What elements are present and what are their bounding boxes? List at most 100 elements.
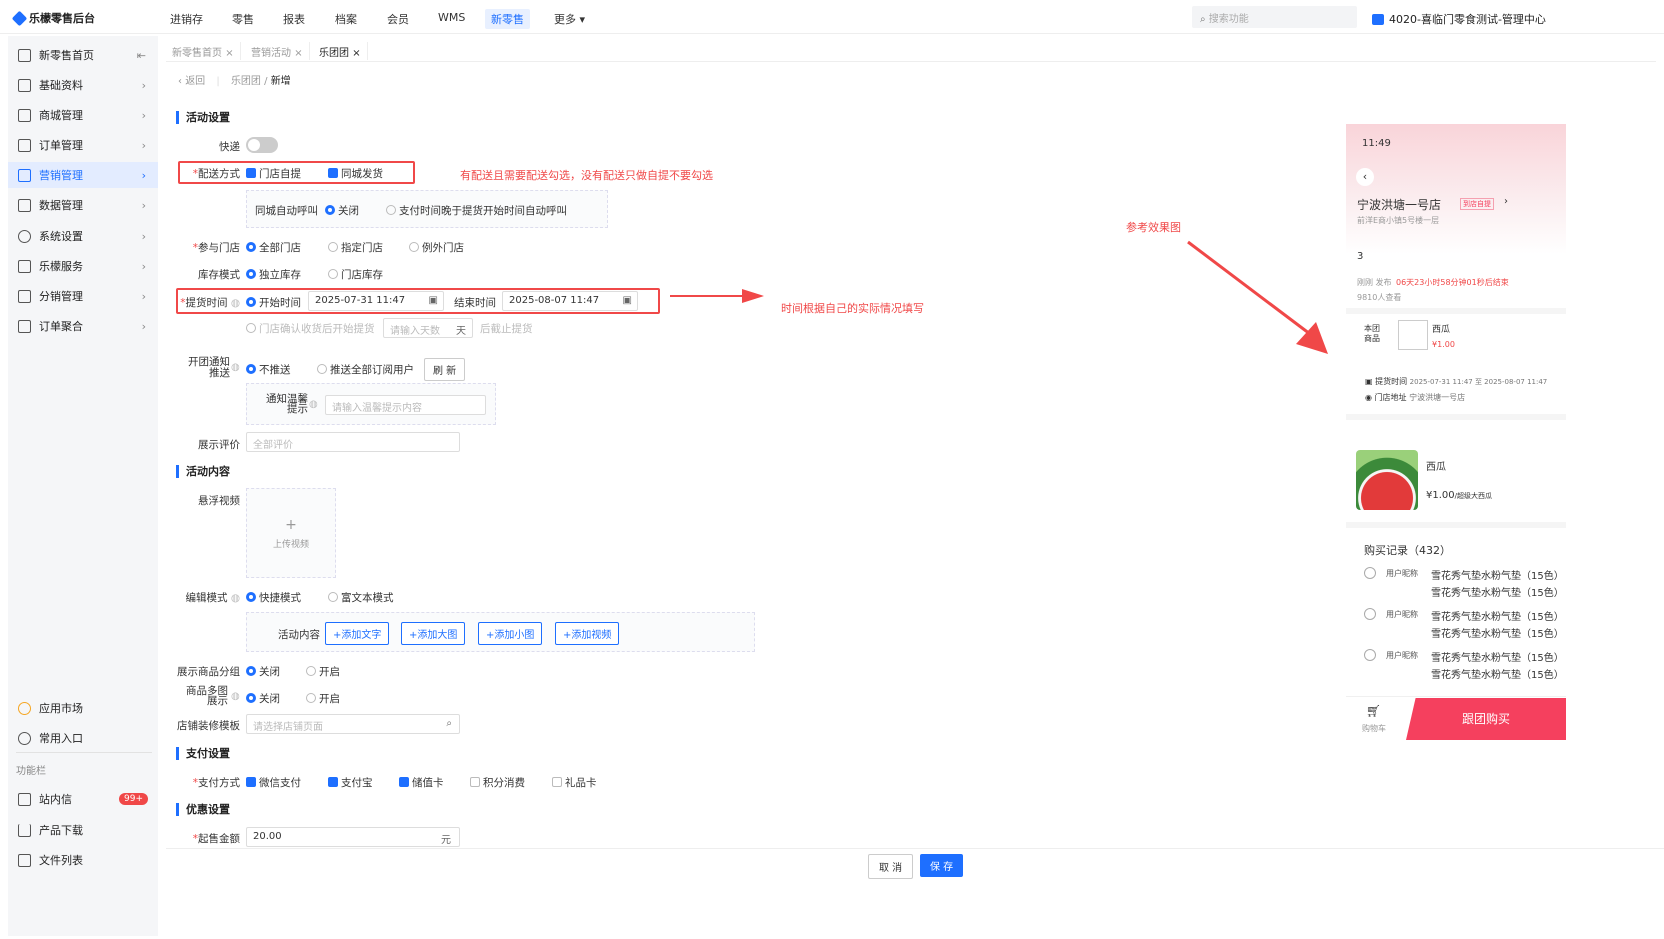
sidebar-item-distribution[interactable]: 分销管理 ›	[8, 283, 158, 309]
function-search-input[interactable]: ⌕ 搜索功能	[1192, 6, 1357, 28]
option-label: 支付时间晚于提货开始时间自动呼叫	[399, 205, 567, 217]
join-group-buy-button[interactable]: 跟团购买	[1406, 698, 1566, 740]
min-amount-label-text: 起售金额	[198, 833, 240, 845]
tab-new-retail-home[interactable]: 新零售首页 ×	[166, 42, 241, 60]
nav-item-new-retail[interactable]: 新零售	[485, 9, 530, 29]
pay-points-checkbox[interactable]: 积分消费	[470, 775, 525, 790]
close-icon[interactable]: ×	[294, 48, 302, 59]
nav-item-retail[interactable]: 零售	[232, 11, 254, 27]
option-label: 储值卡	[412, 777, 444, 789]
check-icon	[246, 168, 256, 178]
pickup-start-radio[interactable]: 开始时间	[246, 295, 301, 310]
edit-mode-quick-radio[interactable]: 快捷模式	[246, 590, 301, 605]
store-address-value: 宁波洪塘一号店	[1409, 393, 1466, 402]
help-icon: ◍	[309, 399, 318, 410]
delivery-pickup-checkbox[interactable]: 门店自提	[246, 166, 301, 181]
pay-stored-card-checkbox[interactable]: 储值卡	[399, 775, 444, 790]
sidebar-item-common-entry[interactable]: 常用入口	[8, 725, 158, 751]
pickup-start-input[interactable]: 2025-07-31 11:47 ▣	[308, 291, 444, 311]
pickup-end-input[interactable]: 2025-08-07 11:47 ▣	[502, 291, 638, 311]
sidebar-item-app-market[interactable]: 应用市场	[8, 695, 158, 721]
upload-video-box[interactable]: + 上传视频	[246, 488, 336, 578]
nav-item-reports[interactable]: 报表	[283, 11, 305, 27]
cart-icon[interactable]: 🛒︎	[1366, 704, 1381, 718]
pickup-days-input[interactable]: 请输入天数 天	[383, 318, 473, 338]
nav-item-archive[interactable]: 档案	[335, 11, 357, 27]
org-switcher[interactable]: 4020-喜临门零食测试-管理中心	[1372, 11, 1546, 27]
multi-image-on-radio[interactable]: 开启	[306, 691, 340, 706]
auto-call-on-radio[interactable]: 支付时间晚于提货开始时间自动呼叫	[386, 203, 567, 218]
tip-input[interactable]: 请输入温馨提示内容	[325, 395, 486, 415]
sidebar-item-download[interactable]: 产品下载	[8, 817, 158, 843]
review-select[interactable]: 全部评价	[246, 432, 460, 452]
chevron-right-icon: ›	[141, 138, 146, 152]
record-text: 雪花秀气垫水粉气垫（15色）	[1431, 653, 1564, 664]
item-sub: /超级大西瓜	[1454, 492, 1492, 500]
record-item: 用户昵称 雪花秀气垫水粉气垫（15色） 雪花秀气垫水粉气垫（15色）	[1364, 567, 1564, 599]
stock-independent-radio[interactable]: 独立库存	[246, 267, 301, 282]
group-off-radio[interactable]: 关闭	[246, 664, 280, 679]
sidebar-item-basic-data[interactable]: 基础资料 ›	[8, 72, 158, 98]
record-text: 雪花秀气垫水粉气垫（15色）	[1431, 670, 1564, 681]
collapse-icon[interactable]: ⇤	[137, 49, 146, 62]
express-toggle[interactable]	[246, 137, 278, 153]
stock-store-radio[interactable]: 门店库存	[328, 267, 383, 282]
add-text-button[interactable]: +添加文字	[325, 622, 390, 645]
save-button[interactable]: 保 存	[920, 854, 964, 877]
sidebar-item-data[interactable]: 数据管理 ›	[8, 192, 158, 218]
sidebar-item-home[interactable]: 新零售首页 ⇤	[8, 42, 158, 68]
back-link[interactable]: ‹ 返回	[178, 76, 205, 87]
option-label: 关闭	[259, 666, 280, 678]
org-name: 4020-喜临门零食测试-管理中心	[1389, 13, 1546, 26]
sidebar-item-order-aggregation[interactable]: 订单聚合 ›	[8, 313, 158, 339]
confirm-receipt-radio[interactable]: 门店确认收货后开始提货	[246, 321, 375, 336]
cancel-button[interactable]: 取 消	[868, 854, 914, 879]
sidebar-item-files[interactable]: 文件列表	[8, 847, 158, 873]
breadcrumb-parent[interactable]: 乐团团	[231, 76, 261, 87]
stores-exception-radio[interactable]: 例外门店	[409, 240, 464, 255]
cart-label: 购物车	[1362, 724, 1386, 733]
app-logo[interactable]: 乐檬零售后台	[11, 10, 95, 26]
divider: |	[216, 76, 220, 87]
close-icon[interactable]: ×	[225, 48, 233, 59]
delivery-city-checkbox[interactable]: 同城发货	[328, 166, 383, 181]
nav-item-wms[interactable]: WMS	[438, 11, 465, 24]
sidebar-item-service[interactable]: 乐檬服务 ›	[8, 253, 158, 279]
notify-all-radio[interactable]: 推送全部订阅用户	[317, 362, 414, 377]
sidebar-item-marketing[interactable]: 营销管理 ›	[8, 162, 158, 188]
radio-icon	[306, 693, 316, 703]
refresh-button[interactable]: 刷 新	[424, 358, 466, 381]
nav-item-inventory[interactable]: 进销存	[170, 11, 203, 27]
sidebar-item-messages[interactable]: 站内信 99+	[8, 786, 158, 812]
sidebar-item-mall[interactable]: 商城管理 ›	[8, 102, 158, 128]
auto-call-off-radio[interactable]: 关闭	[325, 203, 359, 218]
notify-none-radio[interactable]: 不推送	[246, 362, 291, 377]
add-small-image-button[interactable]: +添加小图	[478, 622, 543, 645]
min-amount-input[interactable]: 20.00 元	[246, 827, 460, 847]
pay-gift-card-checkbox[interactable]: 礼品卡	[552, 775, 597, 790]
tab-marketing[interactable]: 营销活动 ×	[245, 42, 310, 60]
add-large-image-button[interactable]: +添加大图	[401, 622, 466, 645]
multi-image-off-radio[interactable]: 关闭	[246, 691, 280, 706]
stores-all-radio[interactable]: 全部门店	[246, 240, 301, 255]
stores-specified-radio[interactable]: 指定门店	[328, 240, 383, 255]
chevron-right-icon[interactable]: ›	[1504, 196, 1508, 207]
edit-mode-rich-radio[interactable]: 富文本模式	[328, 590, 394, 605]
arrow-annotation-icon	[1187, 240, 1328, 354]
nav-item-more[interactable]: 更多 ▾	[554, 11, 585, 27]
sidebar-item-settings[interactable]: 系统设置 ›	[8, 223, 158, 249]
close-icon[interactable]: ×	[352, 48, 360, 59]
location-icon: ◉	[1365, 393, 1375, 402]
check-icon	[470, 777, 480, 787]
radio-icon	[328, 242, 338, 252]
pay-alipay-checkbox[interactable]: 支付宝	[328, 775, 373, 790]
sidebar-item-orders[interactable]: 订单管理 ›	[8, 132, 158, 158]
add-video-button[interactable]: +添加视频	[555, 622, 620, 645]
back-icon[interactable]: ‹	[1356, 168, 1374, 186]
tab-letuantuan[interactable]: 乐团团 ×	[313, 42, 368, 60]
preview-divider	[1346, 414, 1566, 420]
pay-wechat-checkbox[interactable]: 微信支付	[246, 775, 301, 790]
nav-item-member[interactable]: 会员	[387, 11, 409, 27]
group-on-radio[interactable]: 开启	[306, 664, 340, 679]
template-select[interactable]: 请选择店铺页面 ⌕	[246, 714, 460, 734]
